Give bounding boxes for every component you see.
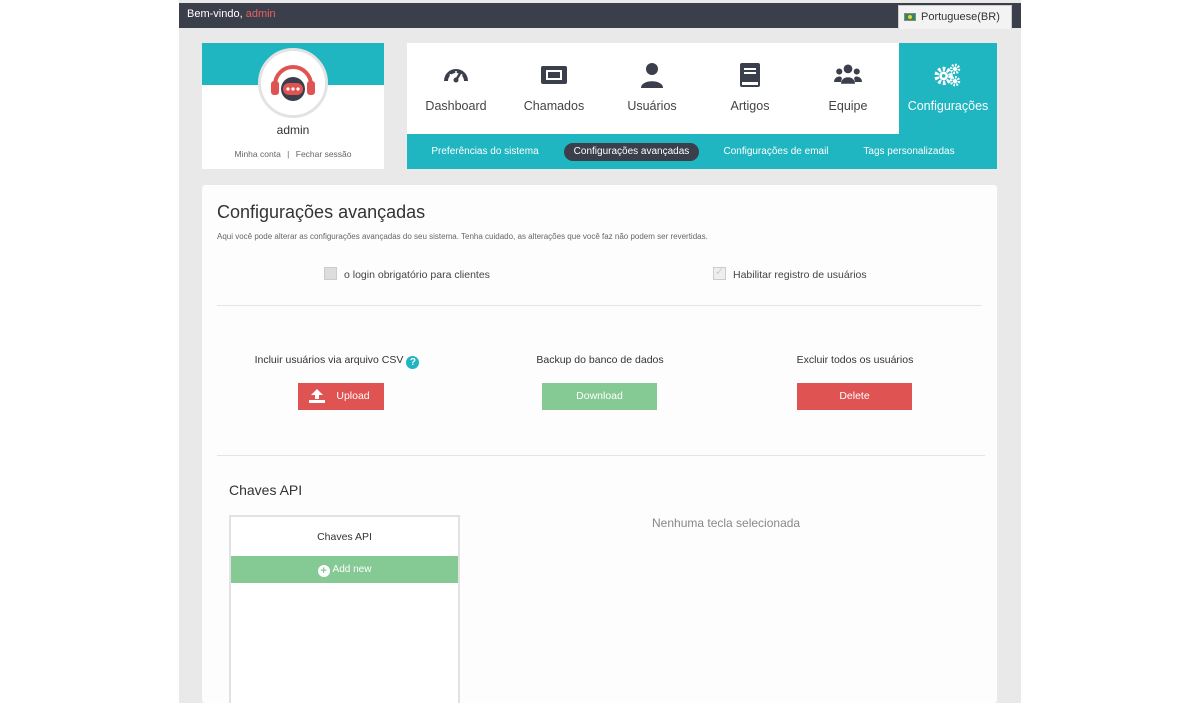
nav-item-artigos[interactable]: Artigos xyxy=(701,43,799,134)
api-keys-title: Chaves API xyxy=(229,482,303,498)
delete-button[interactable]: Delete xyxy=(797,383,912,410)
book-icon xyxy=(740,63,760,87)
upload-icon xyxy=(309,389,325,403)
brazil-flag-icon xyxy=(904,13,916,21)
user-registration-checkbox[interactable] xyxy=(713,265,726,280)
profile-links: Minha conta | Fechar sessão xyxy=(202,149,384,159)
nav-item-configuracoes[interactable]: Configurações xyxy=(899,43,997,134)
welcome-text: Bem-vindo, admin xyxy=(187,8,276,20)
login-required-label: o login obrigatório para clientes xyxy=(344,269,490,281)
main-nav: Dashboard Chamados Usuários Artigos Equi… xyxy=(407,43,997,134)
divider xyxy=(217,305,982,306)
gears-icon xyxy=(934,63,961,87)
advanced-settings-panel: Configurações avançadas Aqui você pode a… xyxy=(202,185,997,703)
welcome-username[interactable]: admin xyxy=(246,8,276,20)
upload-button[interactable]: Upload xyxy=(298,383,384,410)
page-title: Configurações avançadas xyxy=(217,202,426,222)
divider xyxy=(217,455,985,456)
dashboard-gauge-icon xyxy=(444,69,468,83)
nav-label-usuarios: Usuários xyxy=(627,99,677,113)
csv-import-label: Incluir usuários via arquivo CSV? xyxy=(242,354,432,369)
tab-tags-personalizadas[interactable]: Tags personalizadas xyxy=(857,143,961,161)
api-keys-list: Chaves API + Add new xyxy=(229,515,460,703)
nav-item-chamados[interactable]: Chamados xyxy=(505,43,603,134)
nav-label-configuracoes: Configurações xyxy=(907,99,989,113)
tab-configuracoes-avancadas[interactable]: Configurações avançadas xyxy=(564,143,699,161)
nav-label-artigos: Artigos xyxy=(730,99,770,113)
language-selector[interactable]: Portuguese(BR) xyxy=(898,5,1012,29)
api-keys-list-title: Chaves API xyxy=(317,531,372,543)
nav-label-equipe: Equipe xyxy=(828,99,868,113)
user-registration-label: Habilitar registro de usuários xyxy=(733,269,867,281)
tab-configuracoes-email[interactable]: Configurações de email xyxy=(717,143,835,161)
support-agent-icon xyxy=(261,51,325,115)
avatar xyxy=(258,48,328,118)
my-account-link[interactable]: Minha conta xyxy=(234,149,280,159)
nav-item-equipe[interactable]: Equipe xyxy=(799,43,897,134)
help-icon[interactable]: ? xyxy=(406,356,420,369)
language-label: Portuguese(BR) xyxy=(921,11,1000,23)
ticket-icon xyxy=(541,66,567,84)
add-new-key-button[interactable]: + Add new xyxy=(231,556,458,583)
tab-preferencias[interactable]: Preferências do sistema xyxy=(425,143,545,161)
no-key-selected-message: Nenhuma tecla selecionada xyxy=(652,516,801,530)
nav-item-dashboard[interactable]: Dashboard xyxy=(407,43,505,134)
team-icon xyxy=(834,64,862,84)
welcome-label: Bem-vindo, xyxy=(187,8,243,20)
profile-card: admin Minha conta | Fechar sessão xyxy=(202,43,384,169)
backup-label: Backup do banco de dados xyxy=(536,354,664,366)
login-required-checkbox[interactable] xyxy=(324,267,337,280)
nav-label-chamados: Chamados xyxy=(523,99,585,113)
download-button[interactable]: Download xyxy=(542,383,657,410)
add-new-label: Add new xyxy=(332,564,372,575)
nav-item-usuarios[interactable]: Usuários xyxy=(603,43,701,134)
user-icon xyxy=(641,63,663,88)
logout-link[interactable]: Fechar sessão xyxy=(296,149,352,159)
upload-button-label: Upload xyxy=(336,390,370,402)
nav-label-dashboard: Dashboard xyxy=(425,99,487,113)
delete-users-label: Excluir todos os usuários xyxy=(796,354,914,366)
plus-circle-icon: + xyxy=(317,565,330,577)
settings-subnav: Preferências do sistema Configurações av… xyxy=(407,134,997,169)
link-separator: | xyxy=(287,149,290,159)
top-bar: Bem-vindo, admin Portuguese(BR) xyxy=(179,3,1021,29)
profile-name: admin xyxy=(276,123,310,137)
page-description: Aqui você pode alterar as configurações … xyxy=(217,232,708,241)
csv-import-text: Incluir usuários via arquivo CSV xyxy=(254,354,404,366)
